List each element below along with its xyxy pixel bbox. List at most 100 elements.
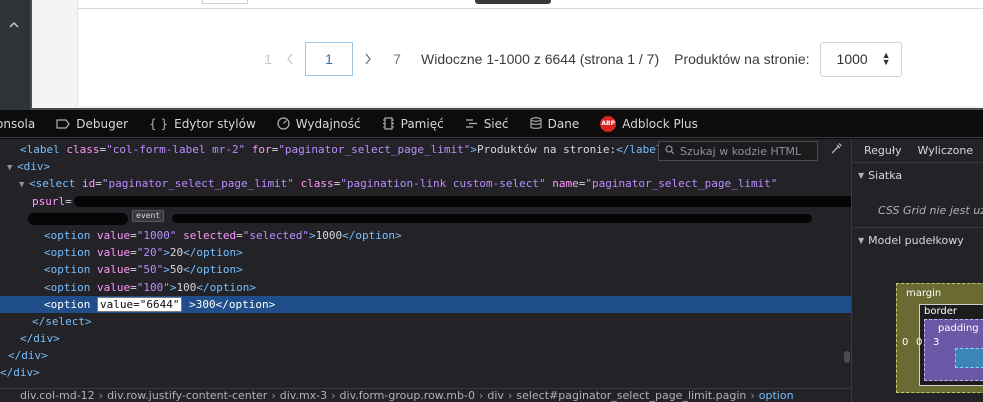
- adblock-plus-icon: ABP: [600, 115, 617, 132]
- tree-line-option[interactable]: <option value="100">100</option>: [0, 279, 851, 296]
- per-page-select[interactable]: 1000 ▲ ▼: [819, 41, 902, 77]
- tab-performance[interactable]: Wydajność: [277, 110, 361, 137]
- tree-line-close-div[interactable]: </div>: [0, 330, 851, 347]
- chevron-left-icon[interactable]: [279, 42, 301, 76]
- box-model-content[interactable]: [955, 348, 983, 368]
- breadcrumb: div.col-md-12 › div.row.justify-content-c…: [0, 388, 851, 402]
- breadcrumb-item[interactable]: div.form-group.row.mb-0: [340, 389, 475, 402]
- breadcrumb-item[interactable]: div.mx-3: [280, 389, 327, 402]
- chevron-right-icon[interactable]: [357, 42, 379, 76]
- redacted-value: [172, 214, 813, 224]
- padding-left-value[interactable]: 3: [933, 337, 939, 348]
- rules-side-panel: Reguły Wyliczone ▼ Siatka CSS Grid nie j…: [851, 139, 983, 402]
- tab-network[interactable]: Sieć: [465, 110, 509, 137]
- web-page-viewport: 1 1 7 Widoczne 1-1000 z 6644 (strona 1 /…: [0, 0, 983, 110]
- chevron-up-icon[interactable]: [9, 18, 19, 31]
- tab-memory[interactable]: Pamięć: [382, 110, 444, 137]
- border-label: border: [924, 306, 958, 317]
- tab-storage[interactable]: Dane: [530, 110, 580, 137]
- box-model-border[interactable]: border 0 padding 3: [916, 304, 983, 386]
- chevron-right-icon: ›: [507, 389, 513, 402]
- left-sidebar-strip: [0, 0, 30, 110]
- event-badge[interactable]: event: [132, 209, 165, 222]
- chevron-right-icon: ›: [750, 389, 755, 402]
- partial-control: [202, 0, 248, 4]
- performance-icon: [277, 117, 290, 130]
- page-link-first[interactable]: 1: [257, 51, 279, 67]
- pagination: 1 1 7 Widoczne 1-1000 z 6644 (strona 1 /…: [257, 41, 902, 77]
- tree-line-psurl[interactable]: psurl=: [0, 193, 851, 210]
- chevron-right-icon: ›: [331, 389, 336, 402]
- html-tree: <label class="col-form-label mr-2" for="…: [0, 143, 851, 382]
- chevron-right-icon: ›: [98, 389, 104, 402]
- attribute-edit-field[interactable]: value="6644": [96, 296, 183, 312]
- tree-line-close-select[interactable]: </select>: [0, 313, 851, 330]
- per-page-label: Produktów na stronie:: [674, 51, 810, 67]
- tree-line-option-selected[interactable]: <option value="6644" >300</option>: [0, 295, 851, 313]
- search-icon: [665, 144, 675, 158]
- tree-line-option[interactable]: <option value="20">20</option>: [0, 244, 851, 261]
- memory-icon: [382, 117, 395, 130]
- markup-inspector: <label class="col-form-label mr-2" for="…: [0, 139, 851, 402]
- box-model-padding[interactable]: padding 3: [924, 319, 983, 381]
- page-link-current[interactable]: 1: [305, 42, 353, 76]
- divider: [852, 227, 983, 228]
- side-panel-tabs: Reguły Wyliczone: [852, 139, 983, 163]
- tab-label: onsola: [0, 116, 36, 131]
- padding-label: padding: [938, 323, 979, 334]
- tree-line-select[interactable]: ▼ <select id="paginator_select_page_limit…: [0, 175, 851, 192]
- abp-badge: ABP: [600, 115, 617, 132]
- redacted-value: [73, 196, 851, 208]
- expand-triangle-icon: ▼: [858, 236, 865, 245]
- page-link-last[interactable]: 7: [385, 51, 409, 67]
- breadcrumb-item-current[interactable]: option: [759, 389, 794, 402]
- tab-adblock-plus[interactable]: ABP Adblock Plus: [600, 110, 698, 137]
- network-icon: [465, 118, 478, 129]
- expand-triangle-icon: ▼: [858, 171, 865, 180]
- select-arrows-icon: ▲ ▼: [881, 50, 891, 67]
- tree-line-close-div[interactable]: </div>: [0, 347, 851, 364]
- search-placeholder: Szukaj w kodzie HTML: [680, 144, 802, 158]
- border-left-value[interactable]: 0: [916, 337, 922, 348]
- partial-button: [475, 0, 551, 4]
- debugger-icon: [56, 118, 70, 129]
- divider: [78, 8, 983, 9]
- box-model-section-header[interactable]: ▼ Model pudełkowy: [858, 234, 964, 247]
- tab-console[interactable]: onsola: [0, 110, 36, 137]
- grid-section-header[interactable]: ▼ Siatka: [858, 169, 902, 182]
- devtools-toolbar: onsola Debuger { } Edytor stylów Wydajno…: [0, 110, 983, 138]
- tree-line-psurl-cont: event: [0, 209, 851, 227]
- tab-computed[interactable]: Wyliczone: [918, 144, 974, 157]
- tree-line-close-div[interactable]: </div>: [0, 364, 851, 381]
- tab-label: Sieć: [483, 116, 509, 131]
- tab-debugger[interactable]: Debuger: [56, 110, 129, 137]
- breadcrumb-item[interactable]: div: [487, 389, 504, 402]
- markup-search-input[interactable]: Szukaj w kodzie HTML: [658, 141, 818, 161]
- style-editor-icon: { }: [149, 116, 169, 131]
- tab-style-editor[interactable]: { } Edytor stylów: [149, 110, 256, 137]
- tab-label: Debuger: [76, 116, 129, 131]
- redacted-value: [28, 212, 128, 225]
- grid-note: CSS Grid nie jest użyty: [878, 204, 983, 217]
- chevron-right-icon: ›: [271, 389, 276, 402]
- margin-left-value[interactable]: 0: [902, 337, 908, 348]
- pagination-info: Widoczne 1-1000 z 6644 (strona 1 / 7): [421, 51, 660, 67]
- tab-label: Pamięć: [400, 116, 444, 131]
- eyedropper-icon[interactable]: [826, 142, 846, 160]
- box-model-margin[interactable]: margin 0 border 0 padding 3: [896, 283, 983, 393]
- per-page-value: 1000: [836, 51, 868, 67]
- breadcrumb-item[interactable]: div.row.justify-content-center: [107, 389, 267, 402]
- breadcrumb-item[interactable]: div.col-md-12: [20, 389, 95, 402]
- tab-rules[interactable]: Reguły: [864, 144, 902, 157]
- margin-label: margin: [906, 288, 942, 299]
- tree-line-option[interactable]: <option value="50">50</option>: [0, 261, 851, 278]
- tab-label: Wydajność: [295, 116, 361, 131]
- breadcrumb-item[interactable]: select#paginator_select_page_limit.pagin: [516, 389, 746, 402]
- tab-label: Dane: [547, 116, 580, 131]
- storage-icon: [530, 117, 542, 130]
- tab-label: Edytor stylów: [174, 116, 256, 131]
- chevron-right-icon: ›: [478, 389, 484, 402]
- scrollbar-thumb[interactable]: [844, 351, 850, 363]
- tree-line-option[interactable]: <option value="1000" selected="selected"…: [0, 227, 851, 244]
- tab-label: Adblock Plus: [622, 116, 698, 131]
